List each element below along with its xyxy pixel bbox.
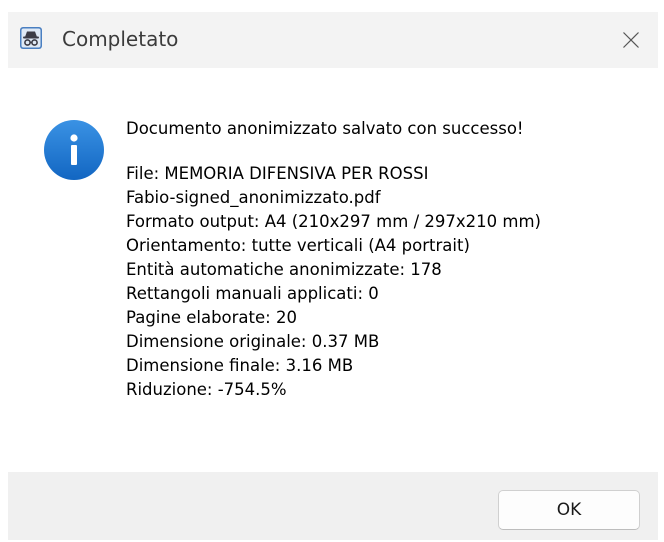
message-body: Documento anonimizzato salvato con succe… — [126, 117, 646, 402]
close-icon — [623, 32, 639, 48]
detail-manual-rectangles: Rettangoli manuali applicati: 0 — [126, 284, 379, 303]
ok-button[interactable]: OK — [498, 490, 640, 530]
detail-original-size: Dimensione originale: 0.37 MB — [126, 332, 380, 351]
info-icon — [44, 120, 104, 180]
detail-pages-processed: Pagine elaborate: 20 — [126, 308, 297, 327]
incognito-app-icon — [20, 27, 42, 49]
detail-auto-entities: Entità automatiche anonimizzate: 178 — [126, 260, 442, 279]
detail-file-line-1: File: MEMORIA DIFENSIVA PER ROSSI — [126, 164, 429, 183]
window-title: Completato — [62, 27, 179, 51]
detail-final-size: Dimensione finale: 3.16 MB — [126, 356, 354, 375]
completion-dialog: Completato Documento anonimizzato salvat… — [8, 12, 658, 540]
message-headline: Documento anonimizzato salvato con succe… — [126, 119, 524, 138]
detail-reduction: Riduzione: -754.5% — [126, 380, 287, 399]
detail-file-line-2: Fabio-signed_anonimizzato.pdf — [126, 188, 381, 207]
button-bar: OK — [8, 472, 658, 540]
close-button[interactable] — [614, 23, 648, 57]
title-bar[interactable]: Completato — [8, 12, 658, 68]
detail-orientation: Orientamento: tutte verticali (A4 portra… — [126, 236, 470, 255]
detail-output-format: Formato output: A4 (210x297 mm / 297x210… — [126, 212, 541, 231]
